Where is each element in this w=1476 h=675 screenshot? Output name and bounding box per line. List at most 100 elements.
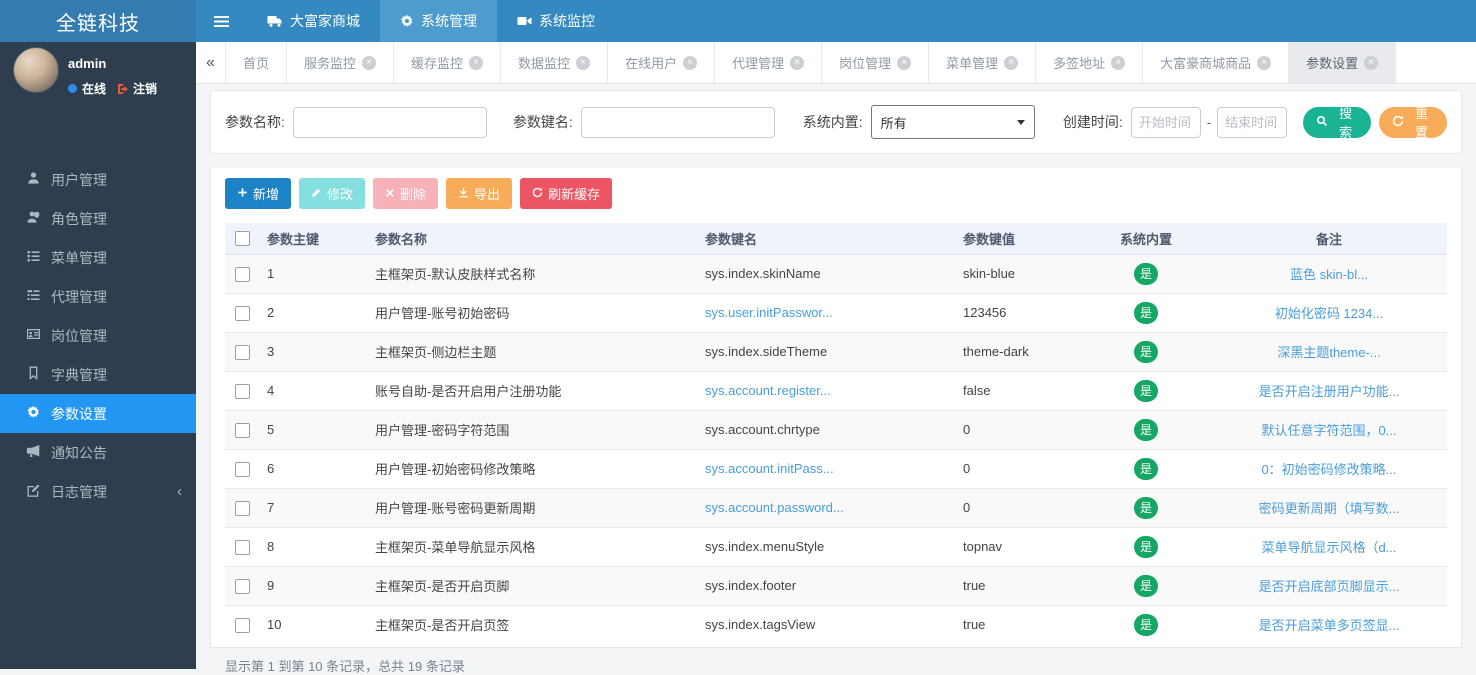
row-checkbox[interactable] — [235, 306, 250, 321]
sidebar-item-dicts[interactable]: 字典管理 — [0, 355, 196, 394]
sidebar-item-users[interactable]: 用户管理 — [0, 160, 196, 199]
params-table: 参数主键 参数名称 参数键名 参数键值 系统内置 备注 1 主框架页-默认皮肤样… — [225, 223, 1447, 644]
row-checkbox[interactable] — [235, 267, 250, 282]
sidebar-item-logs[interactable]: 日志管理 ‹ — [0, 472, 196, 511]
agent-list-icon — [26, 288, 41, 305]
delete-button[interactable]: 删除 — [373, 178, 438, 209]
export-button[interactable]: 导出 — [446, 178, 512, 209]
tab-mall-goods[interactable]: 大富豪商城商品× — [1143, 42, 1289, 83]
remark-link[interactable]: 是否开启注册用户功能... — [1211, 371, 1447, 410]
col-param-name: 参数名称 — [367, 223, 697, 254]
topnav-item-label: 系统管理 — [421, 11, 477, 31]
role-icon — [26, 210, 41, 227]
sidebar-toggle-button[interactable] — [196, 0, 247, 42]
user-icon — [26, 171, 41, 188]
sidebar-item-menus[interactable]: 菜单管理 — [0, 238, 196, 277]
close-icon[interactable]: × — [790, 56, 804, 70]
remark-link[interactable]: 是否开启底部页脚显示... — [1211, 566, 1447, 605]
refresh-icon — [532, 186, 543, 201]
sidebar-item-posts[interactable]: 岗位管理 — [0, 316, 196, 355]
reset-button[interactable]: 重置 — [1379, 107, 1447, 138]
search-button[interactable]: 搜索 — [1303, 107, 1371, 138]
sign-out-icon — [117, 83, 129, 95]
topnav-item-system-manage[interactable]: 系统管理 — [380, 0, 497, 42]
remark-link[interactable]: 0：初始密码修改策略... — [1211, 449, 1447, 488]
row-checkbox[interactable] — [235, 618, 250, 633]
tab-cache-monitor[interactable]: 缓存监控× — [394, 42, 501, 83]
tab-params-settings[interactable]: 参数设置× — [1289, 42, 1396, 83]
row-checkbox[interactable] — [235, 345, 250, 360]
start-time-input[interactable] — [1131, 107, 1201, 138]
row-checkbox[interactable] — [235, 423, 250, 438]
topnav-item-label: 系统监控 — [539, 11, 595, 31]
user-avatar[interactable] — [13, 47, 59, 93]
col-param-id: 参数主键 — [259, 223, 367, 254]
topnav-item-system-monitor[interactable]: 系统监控 — [497, 0, 615, 42]
row-checkbox[interactable] — [235, 462, 250, 477]
tab-menu-manage[interactable]: 菜单管理× — [929, 42, 1036, 83]
close-icon[interactable]: × — [469, 56, 483, 70]
builtin-select[interactable]: 所有 — [871, 105, 1035, 139]
sidebar-item-params[interactable]: 参数设置 — [0, 394, 196, 433]
remark-link[interactable]: 深黑主题theme-... — [1211, 332, 1447, 371]
param-key-link[interactable]: sys.account.initPass... — [697, 449, 955, 488]
param-key-link[interactable]: sys.account.register... — [697, 371, 955, 410]
param-key-link[interactable]: sys.account.password... — [697, 488, 955, 527]
param-key-input[interactable] — [581, 107, 775, 138]
tab-online-users[interactable]: 在线用户× — [608, 42, 715, 83]
param-key-label: 参数键名: — [513, 112, 573, 132]
edit-button[interactable]: 修改 — [299, 178, 365, 209]
close-icon[interactable]: × — [362, 56, 376, 70]
builtin-badge: 是 — [1134, 536, 1158, 558]
topnav-item-mall[interactable]: 大富家商城 — [247, 0, 380, 42]
close-icon[interactable]: × — [1111, 56, 1125, 70]
param-key-link[interactable]: sys.user.initPasswor... — [697, 293, 955, 332]
remark-link[interactable]: 菜单导航显示风格（d... — [1211, 527, 1447, 566]
close-icon[interactable]: × — [683, 56, 697, 70]
close-icon[interactable]: × — [1364, 56, 1378, 70]
select-all-checkbox[interactable] — [235, 231, 250, 246]
bookmark-icon — [26, 366, 41, 383]
col-remark: 备注 — [1211, 223, 1447, 254]
tab-post-manage[interactable]: 岗位管理× — [822, 42, 929, 83]
tab-service-monitor[interactable]: 服务监控× — [287, 42, 394, 83]
param-name-input[interactable] — [293, 107, 487, 138]
tab-home[interactable]: 首页 — [226, 42, 287, 83]
add-button[interactable]: 新增 — [225, 178, 291, 209]
builtin-badge: 是 — [1134, 341, 1158, 363]
close-icon[interactable]: × — [897, 56, 911, 70]
plus-icon — [237, 186, 248, 201]
remark-link[interactable]: 是否开启菜单多页签显... — [1211, 605, 1447, 644]
tab-multisig-address[interactable]: 多签地址× — [1036, 42, 1143, 83]
end-time-input[interactable] — [1217, 107, 1287, 138]
logout-button[interactable]: 注销 — [117, 80, 157, 97]
row-checkbox[interactable] — [235, 540, 250, 555]
tab-data-monitor[interactable]: 数据监控× — [501, 42, 608, 83]
row-checkbox[interactable] — [235, 579, 250, 594]
sidebar-item-roles[interactable]: 角色管理 — [0, 199, 196, 238]
tabs-scroll-left-button[interactable]: « — [196, 42, 226, 83]
table-header-row: 参数主键 参数名称 参数键名 参数键值 系统内置 备注 — [225, 223, 1447, 254]
row-checkbox[interactable] — [235, 501, 250, 516]
gear-icon — [26, 405, 41, 422]
builtin-badge: 是 — [1134, 302, 1158, 324]
tab-agent-manage[interactable]: 代理管理× — [715, 42, 822, 83]
table-row: 6 用户管理-初始密码修改策略 sys.account.initPass... … — [225, 449, 1447, 488]
hamburger-icon — [214, 15, 229, 28]
table-row: 7 用户管理-账号密码更新周期 sys.account.password... … — [225, 488, 1447, 527]
close-icon[interactable]: × — [576, 56, 590, 70]
refresh-cache-button[interactable]: 刷新缓存 — [520, 178, 612, 209]
date-range-separator: - — [1207, 115, 1211, 130]
remark-link[interactable]: 密码更新周期（填写数... — [1211, 488, 1447, 527]
created-time-label: 创建时间: — [1063, 112, 1123, 132]
remark-link[interactable]: 蓝色 skin-bl... — [1211, 254, 1447, 293]
sidebar-item-notices[interactable]: 通知公告 — [0, 433, 196, 472]
menu-list-icon — [26, 249, 41, 266]
remark-link[interactable]: 默认任意字符范围，0... — [1211, 410, 1447, 449]
close-icon[interactable]: × — [1257, 56, 1271, 70]
tab-bar: « 首页 服务监控× 缓存监控× 数据监控× 在线用户× 代理管理× 岗位管理×… — [196, 42, 1476, 84]
close-icon[interactable]: × — [1004, 56, 1018, 70]
row-checkbox[interactable] — [235, 384, 250, 399]
sidebar-item-agents[interactable]: 代理管理 — [0, 277, 196, 316]
remark-link[interactable]: 初始化密码 1234... — [1211, 293, 1447, 332]
